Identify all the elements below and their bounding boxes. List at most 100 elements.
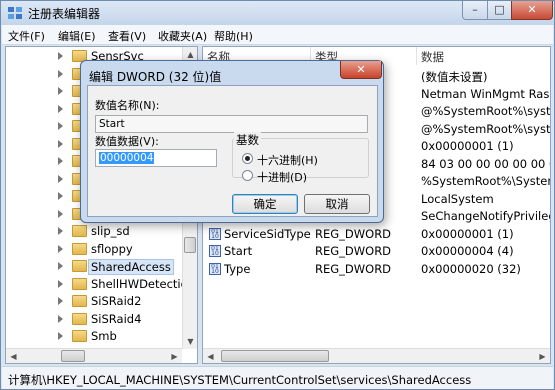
- menu-bar: 文件(F) 编辑(E) 查看(V) 收藏夹(A) 帮助(H): [2, 25, 553, 45]
- base-label: 基数: [234, 132, 261, 148]
- cancel-button[interactable]: 取消: [304, 194, 370, 214]
- radio-hex[interactable]: [242, 153, 253, 164]
- expand-arrow-icon[interactable]: [58, 157, 63, 165]
- tree-item-label: sfloppy: [91, 241, 133, 256]
- dialog-body: 数值名称(N): Start 数值数据(V): 00000004 基数 十六进制…: [87, 85, 378, 217]
- binary-value-icon: 01 10: [209, 262, 221, 275]
- tree-item-label: slip_sd: [91, 224, 130, 238]
- expand-arrow-icon[interactable]: [58, 192, 63, 200]
- tree-item-label: SiSRaid4: [91, 311, 142, 326]
- dialog-close-button[interactable]: ✕: [340, 61, 382, 79]
- value-data-cell: %SystemRoot%\System3: [421, 174, 550, 188]
- value-name-label: 数值名称(N):: [95, 99, 160, 112]
- expand-arrow-icon[interactable]: [58, 69, 63, 78]
- tree-item[interactable]: SiSRaid4: [6, 310, 186, 328]
- value-data-cell: SeChangeNotifyPrivilege: [421, 209, 551, 223]
- table-row[interactable]: 01 10 Type REG_DWORD 0x00000020 (32): [203, 260, 550, 278]
- expand-arrow-icon[interactable]: [58, 244, 63, 253]
- scroll-left-icon[interactable]: ◀: [6, 349, 21, 363]
- menu-favorites[interactable]: 收藏夹(A): [158, 28, 207, 44]
- expand-arrow-icon[interactable]: [58, 297, 63, 305]
- dialog-title: 编辑 DWORD (32 位)值: [89, 70, 222, 84]
- folder-icon: [72, 312, 87, 325]
- radio-dec-label[interactable]: 十进制(D): [257, 169, 307, 185]
- value-data-cell: 0x00000004 (4): [421, 244, 514, 258]
- folder-icon: [72, 260, 87, 272]
- expand-arrow-icon[interactable]: [58, 279, 63, 288]
- value-data-cell: 0x00000001 (1): [421, 226, 514, 241]
- scroll-down-icon[interactable]: ▼: [183, 334, 197, 349]
- value-data-cell: 0x00000020 (32): [421, 261, 521, 276]
- value-data-cell: 84 03 00 00 00 00 00 00: [421, 156, 551, 171]
- tree-hscroll-thumb[interactable]: [61, 350, 85, 362]
- value-type-cell: REG_DWORD: [315, 244, 392, 258]
- expand-arrow-icon[interactable]: [58, 122, 63, 130]
- tree-item-label: SharedAccess: [88, 259, 174, 275]
- maximize-button[interactable]: □: [487, 1, 512, 20]
- scroll-right-icon[interactable]: ▶: [535, 349, 550, 363]
- value-data-cell: @%SystemRoot%\system: [421, 121, 551, 136]
- values-horizontal-scrollbar[interactable]: ◀ ▶: [203, 348, 550, 363]
- expand-arrow-icon[interactable]: [58, 52, 63, 60]
- menu-file[interactable]: 文件(F): [8, 28, 45, 44]
- value-data-cell: @%SystemRoot%\system: [421, 104, 551, 118]
- binary-value-icon: 01 10: [209, 245, 221, 257]
- value-name-cell: ServiceSidType: [224, 226, 311, 241]
- registry-editor-icon: [8, 7, 22, 19]
- tree-item-label: ShellHWDetection: [91, 276, 195, 291]
- value-data-label: 数值数据(V):: [95, 135, 159, 148]
- value-name-cell: Start: [224, 244, 253, 258]
- value-data-field[interactable]: 00000004: [95, 149, 217, 167]
- folder-icon: [72, 242, 87, 255]
- value-name-field[interactable]: Start: [95, 115, 368, 133]
- folder-icon: [72, 277, 87, 290]
- menu-view[interactable]: 查看(V): [108, 28, 146, 44]
- expand-arrow-icon[interactable]: [58, 139, 63, 148]
- expand-arrow-icon[interactable]: [58, 332, 63, 340]
- minimize-button[interactable]: –: [462, 1, 488, 20]
- folder-icon: [72, 295, 87, 307]
- menu-edit[interactable]: 编辑(E): [58, 28, 96, 44]
- tree-item[interactable]: SharedAccess: [6, 257, 186, 275]
- ok-button[interactable]: 确定: [232, 194, 298, 214]
- column-data-header[interactable]: 数据: [417, 47, 550, 65]
- menu-help[interactable]: 帮助(H): [214, 28, 253, 44]
- expand-arrow-icon[interactable]: [58, 262, 63, 270]
- tree-scroll-thumb[interactable]: [184, 237, 196, 253]
- title-bar[interactable]: 注册表编辑器 – □ ✕: [1, 1, 554, 25]
- value-data-cell: (数值未设置): [421, 70, 488, 84]
- values-hscroll-thumb[interactable]: [221, 350, 329, 362]
- expand-arrow-icon[interactable]: [58, 87, 63, 95]
- value-data-text: 00000004: [99, 152, 155, 164]
- tree-item-label: Smb: [91, 329, 117, 343]
- value-data-cell: LocalSystem: [421, 191, 494, 206]
- tree-item-label: SiSRaid2: [91, 294, 142, 308]
- window-title: 注册表编辑器: [28, 7, 101, 21]
- tree-item[interactable]: slip_sd: [6, 222, 186, 240]
- binary-value-icon: 01 10: [209, 227, 221, 240]
- tree-horizontal-scrollbar[interactable]: ◀ ▶: [6, 348, 182, 363]
- close-button[interactable]: ✕: [511, 1, 553, 20]
- folder-icon: [72, 225, 87, 237]
- expand-arrow-icon[interactable]: [58, 209, 63, 218]
- table-row[interactable]: 01 10 ServiceSidType REG_DWORD 0x00000001 (1…: [203, 225, 550, 243]
- value-data-cell: 0x00000001 (1): [421, 139, 514, 153]
- radio-dec[interactable]: [242, 170, 253, 181]
- expand-arrow-icon[interactable]: [58, 174, 63, 183]
- folder-icon: [72, 330, 87, 342]
- value-data-cell: Netman WinMgmt RasM: [421, 86, 551, 101]
- radio-hex-label[interactable]: 十六进制(H): [257, 152, 318, 168]
- tree-item[interactable]: sfloppy: [6, 240, 186, 258]
- expand-arrow-icon[interactable]: [58, 314, 63, 323]
- tree-item[interactable]: ShellHWDetection: [6, 275, 195, 293]
- expand-arrow-icon[interactable]: [58, 104, 63, 113]
- status-bar-path: 计算机\HKEY_LOCAL_MACHINE\SYSTEM\CurrentCon…: [2, 366, 553, 389]
- table-row[interactable]: 01 10 Start REG_DWORD 0x00000004 (4): [203, 242, 550, 260]
- scroll-left-icon[interactable]: ◀: [203, 349, 218, 363]
- value-name-cell: Type: [224, 261, 251, 276]
- scroll-right-icon[interactable]: ▶: [167, 349, 182, 363]
- tree-item[interactable]: Smb: [6, 327, 186, 345]
- value-type-cell: REG_DWORD: [315, 226, 392, 241]
- expand-arrow-icon[interactable]: [58, 227, 63, 235]
- tree-item[interactable]: SiSRaid2: [6, 292, 186, 310]
